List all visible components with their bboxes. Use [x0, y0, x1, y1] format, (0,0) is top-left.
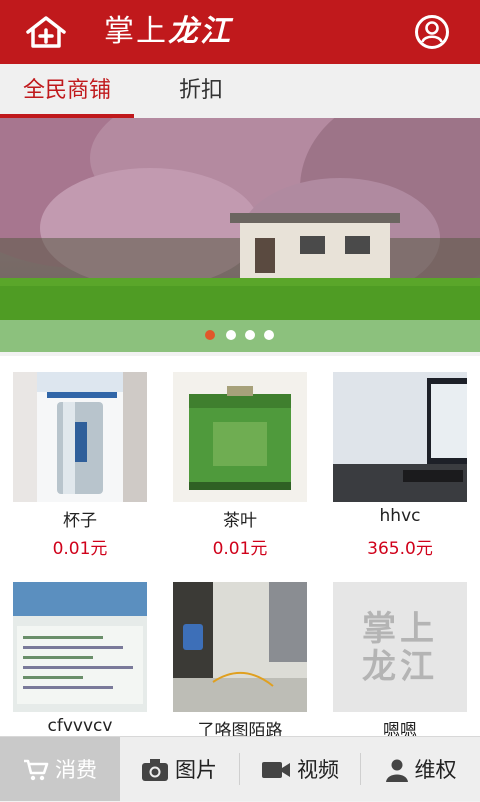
camera-icon [142, 759, 168, 781]
product-price: 0.01元 [212, 539, 268, 559]
banner-image [0, 118, 480, 352]
product-image [13, 372, 147, 502]
product-card[interactable]: 茶叶 0.01元 [160, 356, 320, 568]
tab-bar: 全民商铺 折扣 [0, 64, 480, 118]
app-title: 掌上龙江 [104, 12, 232, 52]
carousel-dot[interactable] [205, 330, 215, 340]
product-image: 掌上 龙江 [333, 582, 467, 712]
nav-pictures[interactable]: 图片 [120, 737, 238, 801]
nav-consume-label: 消费 [55, 758, 97, 782]
product-name: 杯子 [63, 511, 97, 531]
banner-carousel[interactable] [0, 118, 480, 352]
nav-rights[interactable]: 维权 [361, 737, 480, 801]
app-header: 掌上龙江 [0, 0, 480, 64]
carousel-indicator [0, 330, 480, 342]
cart-icon [24, 759, 49, 781]
app-title-part1: 掌上 [104, 14, 168, 49]
product-price: 365.0元 [367, 539, 433, 559]
placeholder-logo: 掌上 龙江 [333, 610, 467, 686]
tab-shops[interactable]: 全民商铺 [0, 64, 134, 118]
product-card[interactable]: hhvc 365.0元 [320, 356, 480, 568]
product-card[interactable]: 杯子 0.01元 [0, 356, 160, 568]
nav-consume[interactable]: 消费 [0, 737, 120, 801]
nav-video[interactable]: 视频 [240, 737, 360, 801]
product-image [173, 372, 307, 502]
home-plus-icon [26, 16, 66, 48]
product-price: 0.01元 [52, 539, 108, 559]
carousel-dot[interactable] [264, 330, 274, 340]
placeholder-logo-line1: 掌上 [362, 609, 438, 649]
tab-discount[interactable]: 折扣 [134, 64, 268, 118]
placeholder-logo-line2: 龙江 [362, 647, 438, 687]
app-title-part2: 龙江 [168, 14, 232, 49]
video-camera-icon [262, 762, 290, 778]
product-image [173, 582, 307, 712]
product-name: 茶叶 [223, 511, 257, 531]
product-image [333, 372, 467, 502]
nav-pictures-label: 图片 [175, 758, 217, 782]
product-image [13, 582, 147, 712]
product-name: hhvc [379, 506, 421, 526]
carousel-dot[interactable] [245, 330, 255, 340]
user-button[interactable] [414, 14, 450, 50]
product-name: cfvvvcv [47, 716, 113, 736]
person-icon [385, 759, 408, 782]
bottom-nav: 消费 图片 视频 维权 [0, 736, 480, 801]
nav-video-label: 视频 [297, 758, 339, 782]
home-button[interactable] [22, 12, 70, 52]
carousel-dot[interactable] [226, 330, 236, 340]
user-circle-icon [415, 15, 449, 49]
nav-rights-label: 维权 [414, 758, 457, 782]
